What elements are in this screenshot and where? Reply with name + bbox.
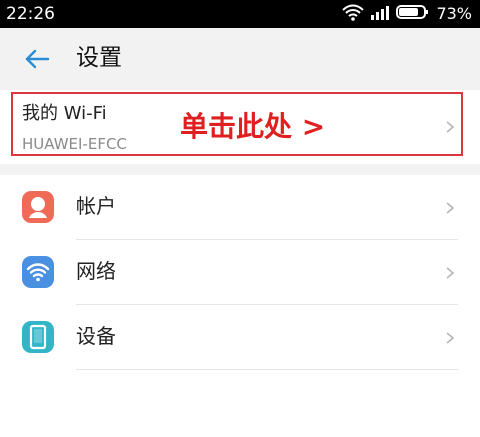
status-bar: 22:26 73% xyxy=(0,0,480,28)
chevron-right-icon xyxy=(446,202,454,214)
divider xyxy=(76,369,458,370)
device-icon xyxy=(22,321,54,353)
chevron-right-icon xyxy=(446,121,454,133)
status-indicators: 73% xyxy=(342,3,472,25)
my-wifi-item[interactable]: 我的 Wi-Fi HUAWEI-EFCC 单击此处 > xyxy=(0,90,480,164)
back-arrow-icon[interactable] xyxy=(22,44,52,74)
battery-percentage: 73% xyxy=(436,4,472,23)
chevron-right-icon xyxy=(446,267,454,279)
wifi-ssid: HUAWEI-EFCC xyxy=(22,135,127,153)
settings-item-label: 帐户 xyxy=(76,194,116,218)
account-icon xyxy=(22,191,54,223)
wifi-card-title: 我的 Wi-Fi xyxy=(22,103,107,124)
settings-item-label: 设备 xyxy=(76,324,116,348)
cell-signal-icon xyxy=(370,3,390,25)
chevron-right-icon xyxy=(446,332,454,344)
settings-item-account[interactable]: 帐户 xyxy=(0,175,480,240)
settings-item-network[interactable]: 网络 xyxy=(0,240,480,305)
wifi-icon xyxy=(22,256,54,288)
tap-hint: 单击此处 > xyxy=(180,110,326,143)
status-time: 22:26 xyxy=(6,4,55,24)
settings-list: 帐户 网络 设备 xyxy=(0,175,480,437)
battery-icon xyxy=(396,3,430,25)
header: 设置 xyxy=(0,28,480,90)
settings-item-device[interactable]: 设备 xyxy=(0,305,480,370)
settings-item-label: 网络 xyxy=(76,259,116,283)
page-title: 设置 xyxy=(76,45,122,71)
wifi-signal-icon xyxy=(342,3,365,25)
